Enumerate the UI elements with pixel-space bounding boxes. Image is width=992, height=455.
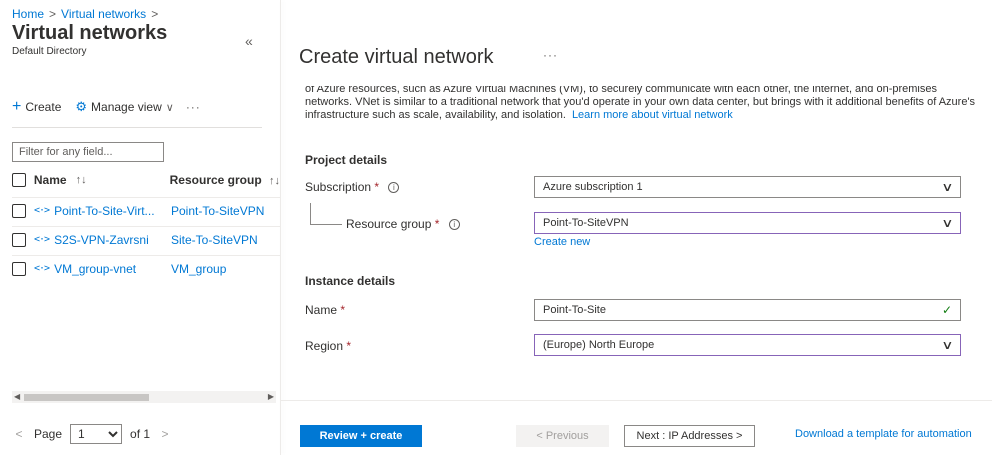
gear-icon: ⚙ xyxy=(75,99,88,114)
sort-icon: ↑↓ xyxy=(75,174,87,186)
subscription-value: Azure subscription 1 xyxy=(543,181,643,193)
info-icon[interactable]: i xyxy=(448,219,460,231)
name-label: Name * xyxy=(305,303,345,317)
sort-icon: ↑↓ xyxy=(269,175,280,187)
create-vnet-blade: Create virtual network ··· of Azure reso… xyxy=(281,0,992,455)
breadcrumb-virtual-networks-link[interactable]: Virtual networks xyxy=(61,7,146,21)
required-indicator: * xyxy=(340,303,346,317)
resource-group-select[interactable]: Point-To-SiteVPN ∨ xyxy=(534,212,961,234)
table-row: <·> Point-To-Site-Virt... Point-To-SiteV… xyxy=(12,197,280,223)
next-ip-addresses-button[interactable]: Next : IP Addresses > xyxy=(624,425,755,447)
chevron-down-icon: ∨ xyxy=(941,216,954,230)
create-button[interactable]: + Create xyxy=(12,98,62,115)
table-row: <·> S2S-VPN-Zavrsni Site-To-SiteVPN xyxy=(12,226,280,252)
required-indicator: * xyxy=(346,339,352,353)
pagination: < Page 1 of 1 > xyxy=(12,424,172,444)
row-checkbox[interactable] xyxy=(12,261,26,276)
required-indicator: * xyxy=(374,180,380,194)
download-template-link[interactable]: Download a template for automation xyxy=(795,428,972,440)
row-checkbox[interactable] xyxy=(12,203,26,218)
resource-group-value: Point-To-SiteVPN xyxy=(543,217,629,229)
name-label-text: Name xyxy=(305,303,338,317)
resource-group-label-text: Resource group xyxy=(346,217,432,231)
scroll-right-icon[interactable]: ▶ xyxy=(268,392,274,401)
page-count-label: of 1 xyxy=(130,427,151,441)
resource-group-column-header[interactable]: Resource group ↑↓ xyxy=(170,173,280,187)
vnet-name-link[interactable]: Point-To-Site-Virt... xyxy=(54,204,154,218)
chevron-down-icon: ∨ xyxy=(941,180,954,194)
review-create-button[interactable]: Review + create xyxy=(300,425,422,447)
pane-title: Virtual networks xyxy=(12,22,168,44)
page-label: Page xyxy=(34,427,63,441)
vnet-name-link[interactable]: S2S-VPN-Zavrsni xyxy=(54,233,149,247)
info-icon[interactable]: i xyxy=(388,182,400,194)
vnet-name-link[interactable]: VM_group-vnet xyxy=(54,262,136,276)
name-column-label: Name xyxy=(33,173,67,187)
plus-icon: + xyxy=(12,98,22,115)
breadcrumb-separator: > xyxy=(151,7,159,21)
filter-input[interactable] xyxy=(12,142,164,162)
scroll-left-icon[interactable]: ◀ xyxy=(14,392,20,401)
breadcrumb-home-link[interactable]: Home xyxy=(12,7,44,21)
virtual-network-icon: <·> xyxy=(34,205,50,216)
virtual-network-icon: <·> xyxy=(34,263,50,274)
list-toolbar: + Create ⚙ Manage view ∨ ··· xyxy=(12,98,201,115)
tree-connector xyxy=(310,224,342,225)
subscription-label-text: Subscription xyxy=(305,180,372,194)
blade-title: Create virtual network xyxy=(299,46,494,68)
manage-view-button[interactable]: ⚙ Manage view ∨ xyxy=(75,100,173,114)
region-label-text: Region xyxy=(305,339,344,353)
vnet-name-input[interactable]: Point-To-Site ✓ xyxy=(534,299,961,321)
table-header-row: Name ↑↓ Resource group ↑↓ xyxy=(12,167,280,193)
page-select[interactable]: 1 xyxy=(70,424,123,444)
toolbar-divider xyxy=(12,127,262,128)
footer-divider xyxy=(281,400,992,401)
required-indicator: * xyxy=(434,217,440,231)
previous-button[interactable]: < Previous xyxy=(516,425,609,447)
subscription-select[interactable]: Azure subscription 1 ∨ xyxy=(534,176,961,198)
create-button-label: Create xyxy=(25,100,62,114)
resource-group-link[interactable]: Site-To-SiteVPN xyxy=(171,233,258,247)
learn-more-link[interactable]: Learn more about virtual network xyxy=(572,109,733,121)
resource-group-label: Resource group * i xyxy=(346,217,460,231)
resource-group-link[interactable]: Point-To-SiteVPN xyxy=(171,204,264,218)
breadcrumb: Home > Virtual networks > xyxy=(12,7,163,21)
resource-group-column-label: Resource group xyxy=(169,173,262,187)
collapse-pane-icon[interactable]: « xyxy=(245,33,253,49)
region-select[interactable]: (Europe) North Europe ∨ xyxy=(534,334,961,356)
chevron-down-icon: ∨ xyxy=(165,101,174,114)
scrollbar-thumb[interactable] xyxy=(24,394,149,401)
resource-list-pane: Home > Virtual networks > Virtual networks … xyxy=(0,0,280,455)
create-new-resource-group-link[interactable]: Create new xyxy=(534,236,590,248)
more-actions-button[interactable]: ··· xyxy=(186,100,201,114)
row-checkbox[interactable] xyxy=(12,232,26,247)
subscription-label: Subscription * i xyxy=(305,180,400,194)
vnet-name-value: Point-To-Site xyxy=(543,304,606,316)
pane-subtitle: Default Directory xyxy=(12,46,87,57)
project-details-heading: Project details xyxy=(305,153,388,167)
region-label: Region * xyxy=(305,339,351,353)
resource-group-link[interactable]: VM_group xyxy=(171,262,226,276)
virtual-network-icon: <·> xyxy=(34,234,50,245)
tree-connector xyxy=(310,203,311,225)
table-row: <·> VM_group-vnet VM_group xyxy=(12,255,280,281)
chevron-down-icon: ∨ xyxy=(941,338,954,352)
horizontal-scrollbar[interactable]: ◀ ▶ xyxy=(12,391,276,403)
blade-more-button[interactable]: ··· xyxy=(543,48,558,62)
select-all-checkbox[interactable] xyxy=(12,173,26,187)
instance-details-heading: Instance details xyxy=(305,274,396,288)
checkmark-icon: ✓ xyxy=(941,303,952,317)
breadcrumb-separator: > xyxy=(49,7,57,21)
name-column-header[interactable]: Name ↑↓ xyxy=(34,173,170,187)
previous-page-icon[interactable]: < xyxy=(12,427,26,441)
manage-view-label: Manage view xyxy=(91,100,162,114)
next-page-icon[interactable]: > xyxy=(158,427,172,441)
intro-text: of Azure resources, such as Azure Virtua… xyxy=(305,86,985,135)
region-value: (Europe) North Europe xyxy=(543,339,655,351)
